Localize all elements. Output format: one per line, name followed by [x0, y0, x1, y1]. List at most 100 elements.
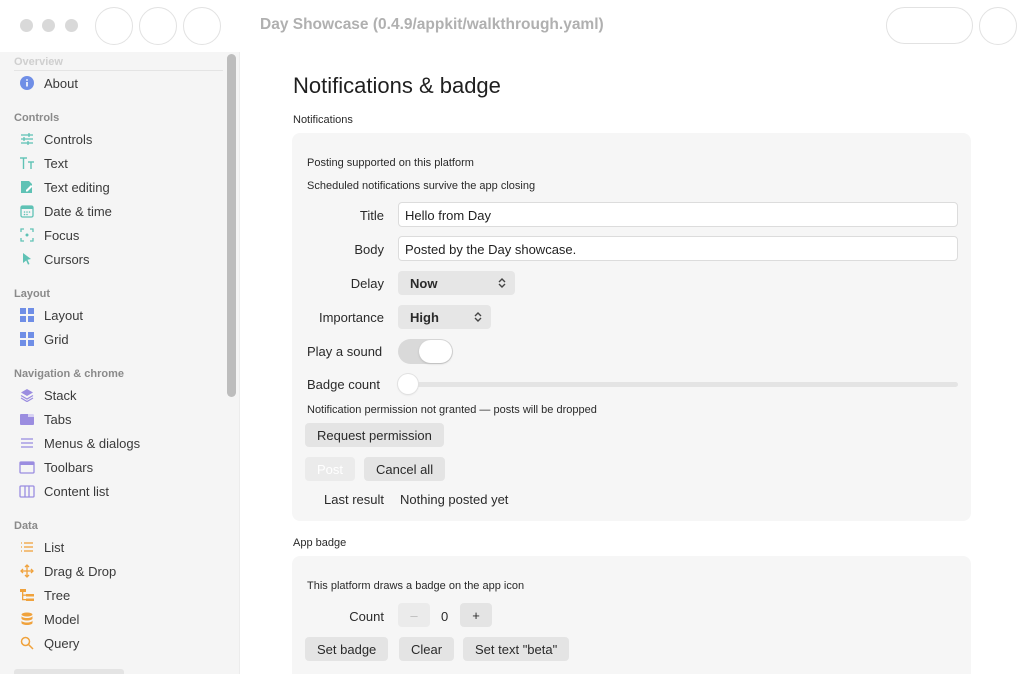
- chevron-updown-icon: [498, 278, 506, 288]
- sidebar-item-label: Content list: [44, 483, 110, 499]
- request-permission-button[interactable]: Request permission: [305, 423, 444, 447]
- notifications-card: Posting supported on this platform Sched…: [292, 133, 971, 521]
- sidebar-section-overview: Overview: [14, 56, 63, 68]
- sidebar-item-label: Model: [44, 611, 80, 627]
- increment-button[interactable]: +: [460, 603, 492, 627]
- sidebar-cutoff-item: [14, 669, 124, 674]
- count-label: Count: [349, 609, 384, 624]
- layout-grid-icon: [19, 307, 35, 323]
- minimize-window-button[interactable]: [42, 19, 55, 32]
- stack-icon: [19, 387, 35, 403]
- sound-label: Play a sound: [307, 344, 383, 359]
- last-result-value: Nothing posted yet: [400, 492, 509, 507]
- tabs-icon: [19, 411, 35, 427]
- sidebar-item-label: Tree: [44, 587, 71, 603]
- post-button[interactable]: Post: [305, 457, 356, 481]
- sidebar-section-navigation: Navigation & chrome: [14, 368, 125, 380]
- sidebar-item-layout[interactable]: Layout: [14, 304, 224, 326]
- sidebar-item-drag-drop[interactable]: Drag & Drop: [14, 560, 224, 582]
- set-text-beta-button[interactable]: Set text "beta": [463, 637, 570, 661]
- sidebar-item-label: Toolbars: [44, 459, 94, 475]
- sidebar-item-about[interactable]: About: [14, 72, 224, 94]
- badge-count-slider-track[interactable]: [398, 382, 958, 387]
- importance-select-value: High: [410, 310, 439, 325]
- delay-select[interactable]: Now: [398, 271, 515, 295]
- delay-label: Delay: [350, 276, 384, 291]
- title-bar: Day Showcase (0.4.9/appkit/walkthrough.y…: [0, 0, 1024, 52]
- sidebar-item-label: Stack: [44, 387, 77, 403]
- close-window-button[interactable]: [20, 19, 33, 32]
- sidebar-item-label: Cursors: [44, 251, 90, 267]
- toggle-knob: [419, 340, 452, 363]
- sidebar-item-cursors[interactable]: Cursors: [14, 248, 224, 270]
- page-title: Notifications & badge: [293, 73, 501, 98]
- sidebar-item-label: List: [44, 539, 65, 555]
- sidebar-item-stack[interactable]: Stack: [14, 384, 224, 406]
- menu-lines-icon: [19, 435, 35, 451]
- toolbar-button-4[interactable]: [979, 7, 1017, 45]
- set-badge-button[interactable]: Set badge: [305, 637, 389, 661]
- sidebar-section-layout: Layout: [14, 288, 51, 300]
- cancel-all-button[interactable]: Cancel all: [364, 457, 446, 481]
- list-icon: [19, 539, 35, 555]
- sidebar-item-label: Drag & Drop: [44, 563, 117, 579]
- sidebar-item-label: Focus: [44, 227, 80, 243]
- chevron-updown-icon: [474, 312, 482, 322]
- sidebar-item-list[interactable]: List: [14, 536, 224, 558]
- focus-icon: [19, 227, 35, 243]
- window-title: Day Showcase (0.4.9/appkit/walkthrough.y…: [260, 16, 604, 33]
- sidebar-item-label: Grid: [44, 331, 69, 347]
- title-field[interactable]: Hello from Day: [398, 202, 958, 227]
- toolbar-button-3[interactable]: [183, 7, 221, 45]
- info-circle-icon: [19, 75, 35, 91]
- sidebar-item-content-list[interactable]: Content list: [14, 480, 224, 502]
- sidebar-item-text[interactable]: Text: [14, 152, 224, 174]
- database-icon: [19, 611, 35, 627]
- move-arrows-icon: [19, 563, 35, 579]
- app-badge-group-label: App badge: [293, 537, 347, 549]
- count-value: 0: [441, 609, 449, 624]
- last-result-label: Last result: [324, 492, 384, 507]
- sidebar-item-label: Layout: [44, 307, 84, 323]
- tree-icon: [19, 587, 35, 603]
- toolbar-button-1[interactable]: [95, 7, 133, 45]
- sidebar-item-label: Query: [44, 635, 80, 651]
- columns-icon: [19, 483, 35, 499]
- toolbar-pill-button[interactable]: [886, 7, 973, 44]
- title-field-label: Title: [359, 208, 384, 223]
- cursor-arrow-icon: [19, 251, 35, 267]
- sound-toggle[interactable]: [398, 339, 453, 364]
- sidebar-item-text-editing[interactable]: Text editing: [14, 176, 224, 198]
- sliders-icon: [19, 131, 35, 147]
- sidebar-item-menus-dialogs[interactable]: Menus & dialogs: [14, 432, 224, 454]
- sidebar-item-date-time[interactable]: Date & time: [14, 200, 224, 222]
- toolbar-window-icon: [19, 459, 35, 475]
- delay-select-value: Now: [410, 276, 438, 291]
- decrement-button[interactable]: –: [398, 603, 430, 627]
- sidebar-item-tabs[interactable]: Tabs: [14, 408, 224, 430]
- sidebar-item-model[interactable]: Model: [14, 608, 224, 630]
- clear-button[interactable]: Clear: [399, 637, 455, 661]
- sidebar-item-grid[interactable]: Grid: [14, 328, 224, 350]
- zoom-window-button[interactable]: [65, 19, 78, 32]
- sidebar-item-query[interactable]: Query: [14, 632, 224, 654]
- main-content: Notifications & badge Notifications Post…: [241, 52, 1024, 674]
- sidebar-item-label: Text: [44, 155, 68, 171]
- survive-note: Scheduled notifications survive the app …: [307, 180, 536, 192]
- body-field[interactable]: Posted by the Day showcase.: [398, 236, 958, 261]
- sidebar-section-data: Data: [14, 520, 38, 532]
- sidebar-scrollbar[interactable]: [227, 54, 236, 397]
- sidebar-item-toolbars[interactable]: Toolbars: [14, 456, 224, 478]
- toolbar-button-2[interactable]: [139, 7, 177, 45]
- calendar-icon: [19, 203, 35, 219]
- sidebar-divider: [14, 70, 223, 71]
- sidebar-item-controls[interactable]: Controls: [14, 128, 224, 150]
- notifications-group-label: Notifications: [293, 114, 353, 126]
- sidebar-item-focus[interactable]: Focus: [14, 224, 224, 246]
- importance-select[interactable]: High: [398, 305, 491, 329]
- search-icon: [19, 635, 35, 651]
- sidebar: Overview About Controls Controls Text Te…: [0, 52, 240, 674]
- sidebar-item-tree[interactable]: Tree: [14, 584, 224, 606]
- badge-count-slider-knob[interactable]: [398, 374, 418, 394]
- platform-note: This platform draws a badge on the app i…: [307, 580, 525, 592]
